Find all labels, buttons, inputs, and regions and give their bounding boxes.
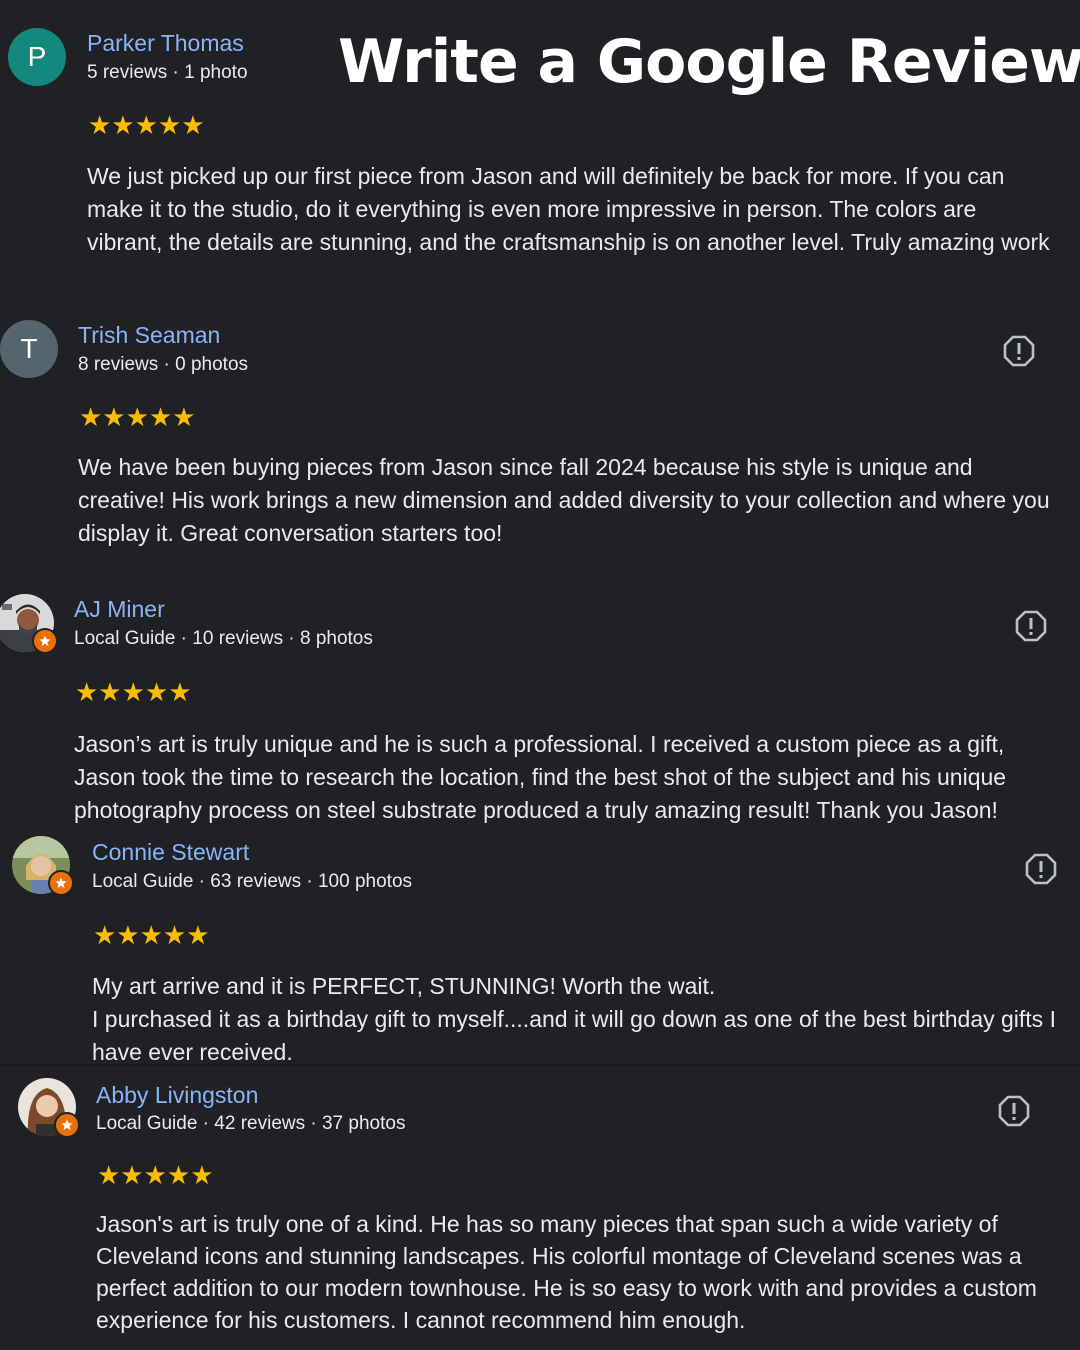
reviewer-meta: Local Guide · 42 reviews · 37 photos [96,1113,406,1134]
reviewer-name[interactable]: Parker Thomas [87,30,244,57]
local-guide-badge [48,870,74,896]
report-icon[interactable] [1002,334,1036,368]
avatar-letter: T [20,333,38,364]
review-text: We just picked up our first piece from J… [87,163,1050,255]
local-guide-badge [54,1112,80,1138]
star-rating: ★★★★★ [97,1161,214,1191]
reviewer-meta: Local Guide · 10 reviews · 8 photos [74,628,373,649]
avatar[interactable] [18,1078,80,1138]
report-icon[interactable] [1024,852,1058,886]
reviewer-name[interactable]: AJ Miner [74,596,165,623]
avatar[interactable]: T [0,320,58,378]
reviewer-meta: 5 reviews · 1 photo [87,62,248,83]
avatar[interactable] [0,594,58,654]
avatar[interactable]: P [8,28,66,86]
review-text: Jason’s art is truly unique and he is su… [74,731,1007,823]
reviewer-meta: 8 reviews · 0 photos [78,354,249,375]
review-text: My art arrive and it is PERFECT, STUNNIN… [92,973,1056,1065]
star-rating: ★★★★★ [93,921,210,951]
star-rating: ★★★★★ [88,111,205,141]
reviewer-meta: Local Guide · 63 reviews · 100 photos [92,871,413,892]
review-text: Jason's art is truly one of a kind. He h… [96,1211,1037,1333]
star-rating: ★★★★★ [79,403,196,433]
report-icon[interactable] [1014,609,1048,643]
reviewer-name[interactable]: Trish Seaman [78,322,220,349]
star-rating: ★★★★★ [75,678,192,708]
avatar-letter: P [27,41,47,72]
reviewer-name[interactable]: Connie Stewart [92,839,249,866]
report-icon[interactable] [997,1094,1031,1128]
local-guide-badge [32,628,58,654]
page-title: Write a Google Review [338,27,1080,97]
section-divider [0,1064,1080,1066]
avatar[interactable] [12,836,74,896]
reviewer-name[interactable]: Abby Livingston [96,1082,258,1109]
review-text: We have been buying pieces from Jason si… [78,454,1050,546]
